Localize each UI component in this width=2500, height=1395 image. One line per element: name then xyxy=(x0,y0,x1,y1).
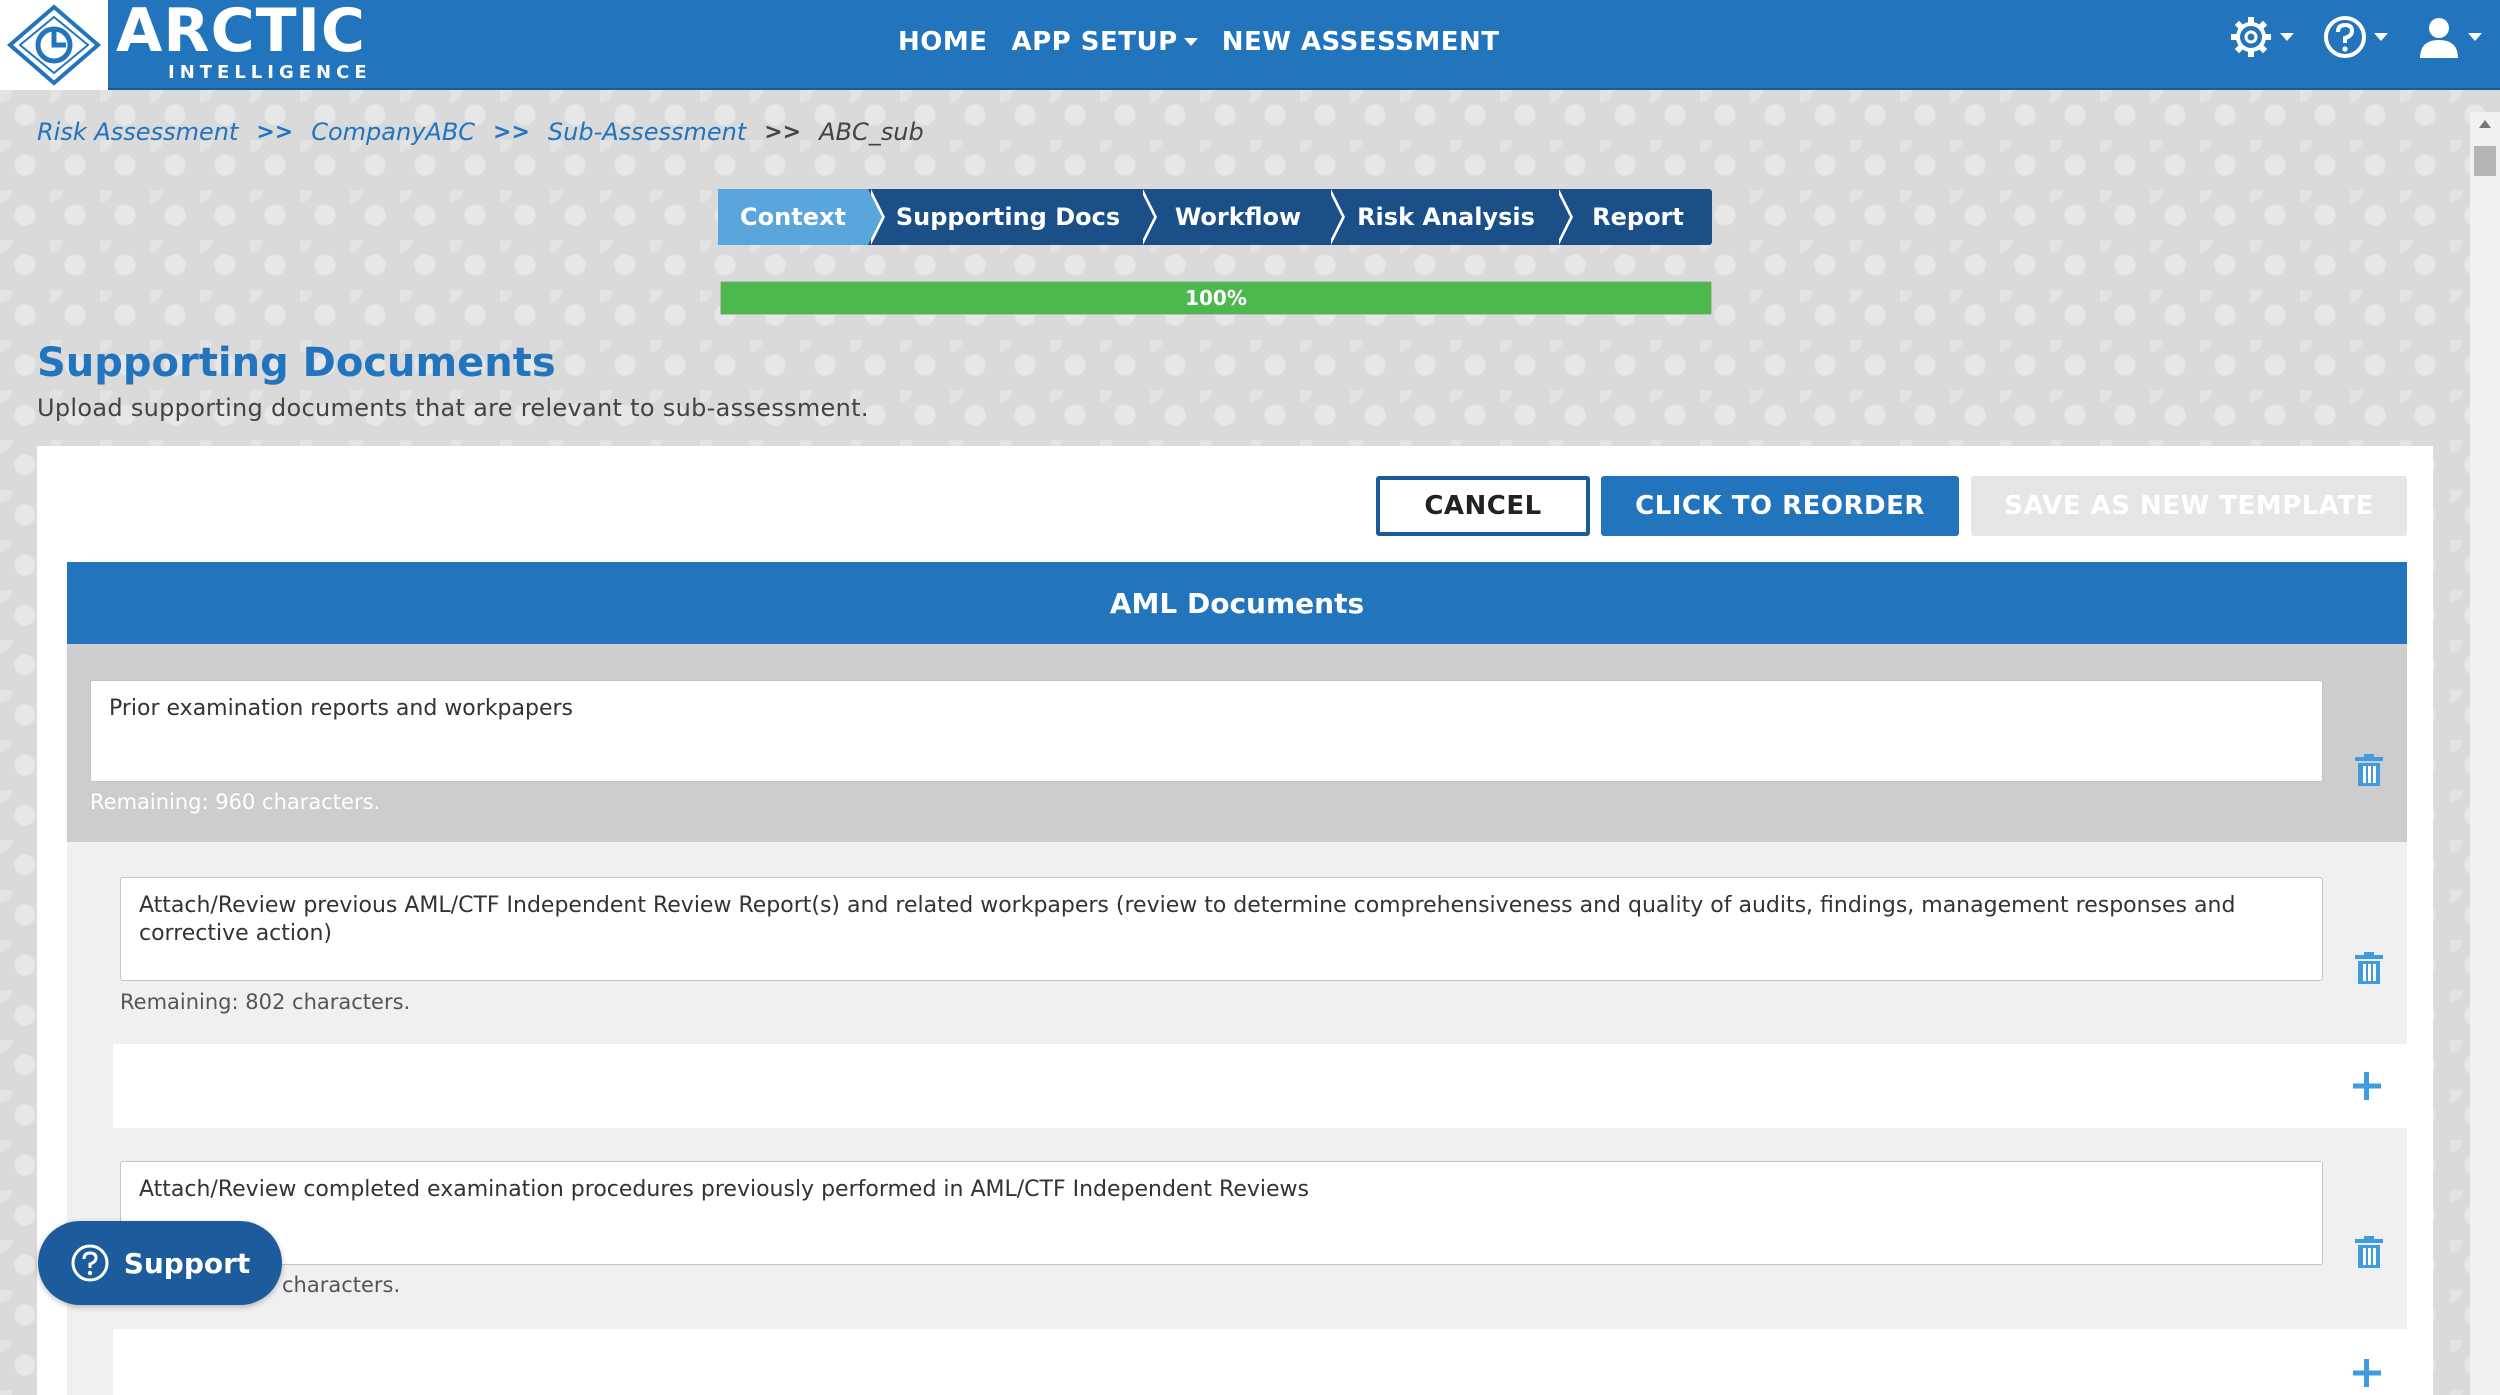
assessment-stepper: Context Supporting Docs Workflow Risk An… xyxy=(718,189,1712,245)
progress-label: 100% xyxy=(1185,286,1247,310)
step-supporting-docs[interactable]: Supporting Docs xyxy=(868,189,1157,245)
nav-new-assessment[interactable]: NEW ASSESSMENT xyxy=(1222,27,1500,57)
step-risk-analysis[interactable]: Risk Analysis xyxy=(1328,189,1573,245)
remaining-characters: Remaining: 802 characters. xyxy=(120,990,411,1014)
section-title: AML Documents xyxy=(1109,586,1365,620)
trash-icon[interactable] xyxy=(2354,952,2384,984)
step-supporting-docs-label: Supporting Docs xyxy=(895,203,1121,231)
support-label: Support xyxy=(123,1246,251,1280)
content-panel: CANCEL CLICK TO REORDER SAVE AS NEW TEMP… xyxy=(37,446,2433,1395)
help-icon xyxy=(2324,16,2366,58)
breadcrumb-separator: >> xyxy=(764,119,802,145)
main-nav: HOME APP SETUP NEW ASSESSMENT xyxy=(898,0,1500,84)
progress-bar: 100% xyxy=(720,281,1712,315)
chevron-down-icon xyxy=(2374,33,2388,41)
remaining-characters: Remaining: 960 characters. xyxy=(90,790,381,814)
page-subtitle: Upload supporting documents that are rel… xyxy=(37,394,869,422)
scroll-up-icon[interactable] xyxy=(2479,120,2491,128)
chevron-down-icon xyxy=(2280,33,2294,41)
breadcrumb-current: ABC_sub xyxy=(819,118,924,146)
breadcrumb-sub-assessment[interactable]: Sub-Assessment xyxy=(548,118,746,146)
step-workflow-label: Workflow xyxy=(1174,203,1302,231)
add-document-row xyxy=(113,1329,2407,1395)
document-text-field[interactable]: Prior examination reports and workpapers xyxy=(90,680,2323,782)
plus-icon[interactable] xyxy=(2351,1070,2383,1102)
section-body: Prior examination reports and workpapers… xyxy=(67,644,2407,1395)
chevron-down-icon xyxy=(1183,38,1198,46)
remaining-characters: characters. xyxy=(282,1273,401,1297)
help-icon xyxy=(71,1244,109,1282)
help-menu[interactable] xyxy=(2322,14,2388,60)
save-as-template-button[interactable]: SAVE AS NEW TEMPLATE xyxy=(1971,476,2407,536)
nav-home-label: HOME xyxy=(898,27,988,57)
breadcrumb-company[interactable]: CompanyABC xyxy=(311,118,475,146)
trash-icon[interactable] xyxy=(2354,1236,2384,1268)
trash-icon[interactable] xyxy=(2354,754,2384,786)
brand-tagline: INTELLIGENCE xyxy=(168,62,372,83)
section-header: AML Documents xyxy=(67,562,2407,644)
brand-wordmark[interactable]: ARCTIC INTELLIGENCE xyxy=(116,0,372,83)
document-text: Attach/Review previous AML/CTF Independe… xyxy=(139,893,2236,946)
logo-emblem[interactable] xyxy=(0,0,108,90)
cancel-button[interactable]: CANCEL xyxy=(1376,476,1590,536)
arctic-logo-icon xyxy=(6,4,102,86)
step-context-label: Context xyxy=(740,203,846,231)
user-icon xyxy=(2420,18,2458,58)
document-text-field[interactable]: Attach/Review completed examination proc… xyxy=(120,1161,2323,1265)
scroll-thumb[interactable] xyxy=(2474,146,2496,176)
step-context[interactable]: Context xyxy=(718,189,885,245)
plus-icon[interactable] xyxy=(2351,1357,2383,1389)
add-document-row xyxy=(113,1044,2407,1128)
breadcrumb-risk-assessment[interactable]: Risk Assessment xyxy=(37,118,238,146)
breadcrumb: Risk Assessment >> CompanyABC >> Sub-Ass… xyxy=(37,118,924,146)
breadcrumb-separator: >> xyxy=(256,119,294,145)
document-text-field[interactable]: Attach/Review previous AML/CTF Independe… xyxy=(120,877,2323,981)
parent-document-row: Prior examination reports and workpapers… xyxy=(67,644,2407,842)
gear-icon xyxy=(2231,17,2271,57)
nav-app-setup[interactable]: APP SETUP xyxy=(1012,27,1198,57)
progress-fill: 100% xyxy=(721,282,1711,314)
document-text: Prior examination reports and workpapers xyxy=(109,696,574,721)
settings-menu[interactable] xyxy=(2228,14,2294,60)
document-text: Attach/Review completed examination proc… xyxy=(139,1177,1309,1202)
user-menu[interactable] xyxy=(2416,14,2482,60)
page-scrollbar[interactable] xyxy=(2470,112,2500,1395)
step-report[interactable]: Report xyxy=(1556,189,1712,245)
breadcrumb-separator: >> xyxy=(493,119,530,145)
nav-new-assessment-label: NEW ASSESSMENT xyxy=(1221,27,1500,57)
step-workflow[interactable]: Workflow xyxy=(1140,189,1345,245)
top-navbar: ARCTIC INTELLIGENCE HOME APP SETUP NEW A… xyxy=(0,0,2500,90)
step-risk-analysis-label: Risk Analysis xyxy=(1357,203,1535,231)
step-report-label: Report xyxy=(1592,203,1684,231)
page-title: Supporting Documents xyxy=(37,340,556,386)
brand-name: ARCTIC xyxy=(116,0,366,66)
top-right-icons xyxy=(2228,14,2482,60)
nav-app-setup-label: APP SETUP xyxy=(1011,27,1178,57)
chevron-down-icon xyxy=(2468,33,2482,41)
reorder-button[interactable]: CLICK TO REORDER xyxy=(1601,476,1959,536)
support-button[interactable]: Support xyxy=(38,1221,282,1305)
nav-home[interactable]: HOME xyxy=(898,27,988,57)
